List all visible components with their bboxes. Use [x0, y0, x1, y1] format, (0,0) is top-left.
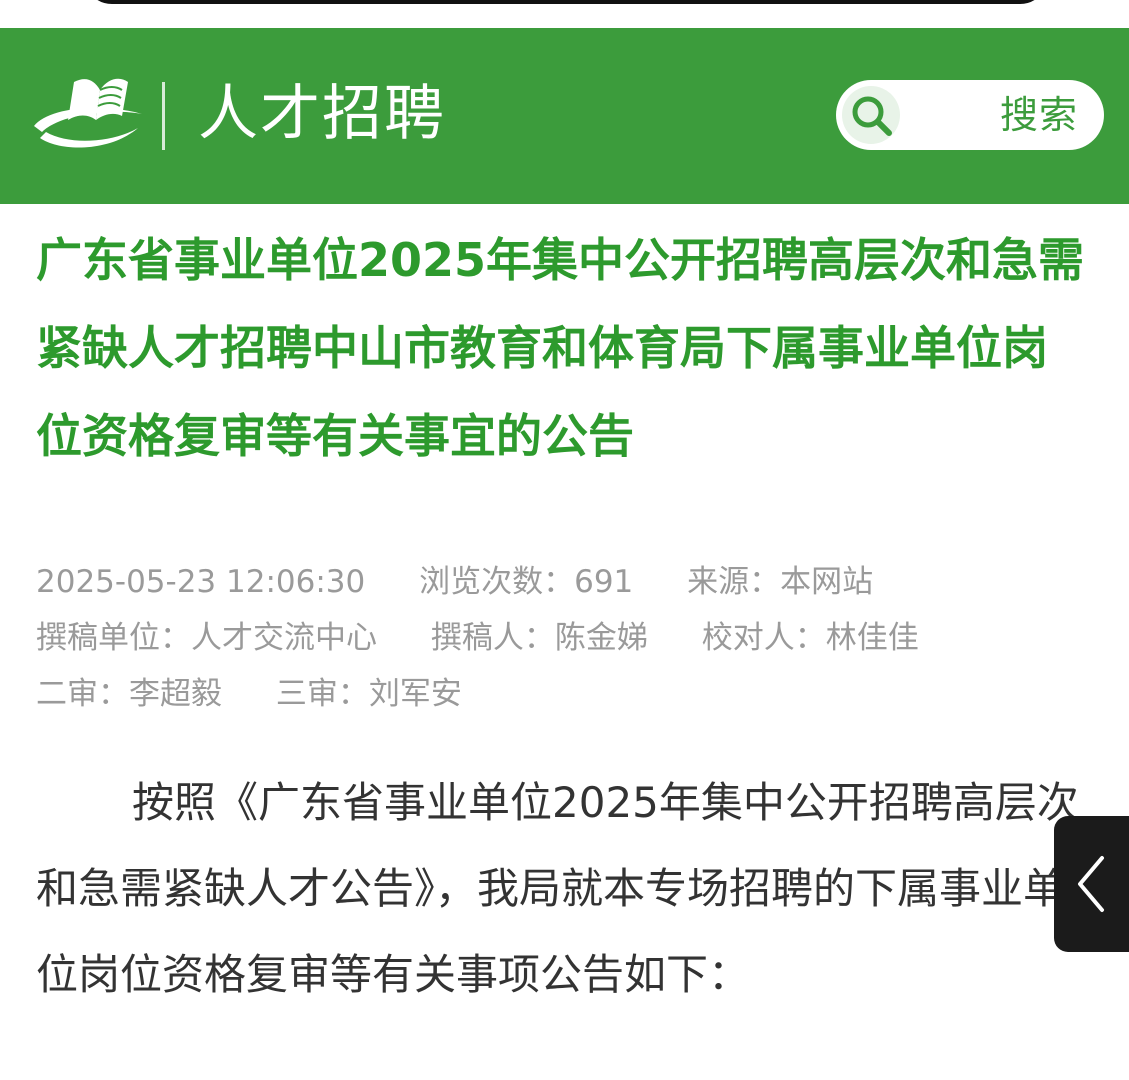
view-count: 浏览次数：691: [419, 564, 634, 600]
meta-row-2: 撰稿单位：人才交流中心 撰稿人：陈金娣 校对人：林佳佳: [36, 610, 1106, 666]
article-meta: 2025-05-23 12:06:30 浏览次数：691 来源：本网站 撰稿单位…: [36, 554, 1106, 722]
author-unit: 撰稿单位：人才交流中心: [36, 620, 377, 656]
site-title: 人才招聘: [198, 79, 446, 149]
article-body: 按照《广东省事业单位2025年集中公开招聘高层次和急需紧缺人才公告》，我局就本专…: [36, 778, 1079, 999]
meta-row-1: 2025-05-23 12:06:30 浏览次数：691 来源：本网站: [36, 554, 1106, 610]
site-header: 人才招聘 搜索: [0, 28, 1129, 204]
meta-row-3: 二审：李超毅 三审：刘军安: [36, 666, 1106, 722]
top-bar-remnant: [0, 0, 1129, 28]
search-label: 搜索: [999, 93, 1078, 137]
author: 撰稿人：陈金娣: [430, 620, 648, 656]
source: 来源：本网站: [687, 564, 874, 600]
magnifier-icon: [842, 86, 900, 144]
second-review: 二审：李超毅: [36, 676, 222, 712]
proofreader: 校对人：林佳佳: [701, 620, 919, 656]
search-button[interactable]: 搜索: [836, 80, 1104, 150]
side-collapse-button[interactable]: [1054, 816, 1129, 952]
third-review: 三审：刘军安: [275, 676, 462, 712]
open-book-globe-icon[interactable]: [30, 68, 146, 160]
chevron-left-icon: [1078, 856, 1104, 912]
browser-address-bar[interactable]: [84, 0, 1048, 4]
publish-date: 2025-05-23 12:06:30: [36, 564, 366, 600]
article-title: 广东省事业单位2025年集中公开招聘高层次和急需紧缺人才招聘中山市教育和体育局下…: [36, 233, 1085, 463]
header-divider: [162, 82, 165, 150]
